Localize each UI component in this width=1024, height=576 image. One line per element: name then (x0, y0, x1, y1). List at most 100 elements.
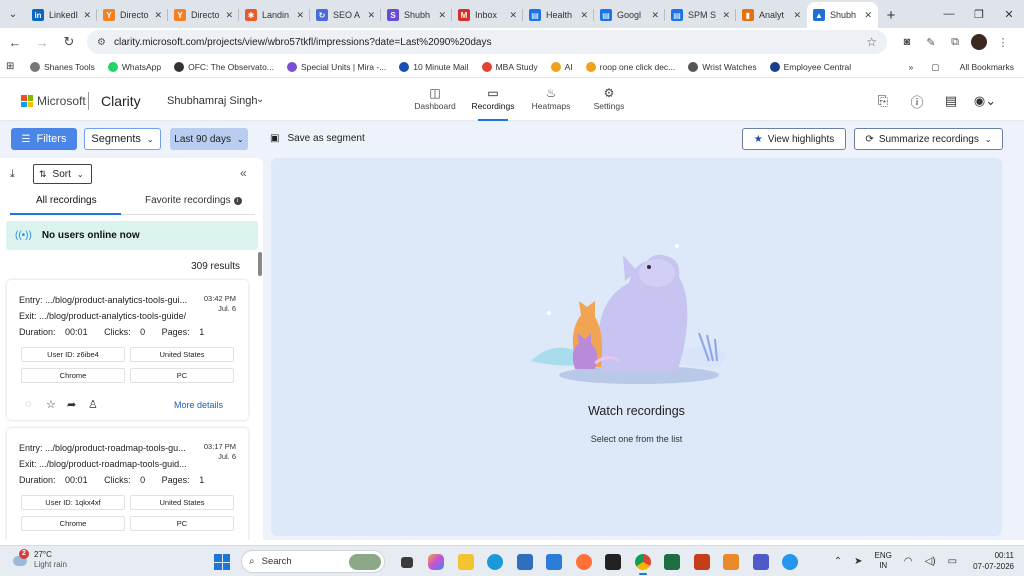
start-button[interactable] (214, 554, 230, 570)
forward-icon[interactable]: → (30, 30, 54, 54)
docker-icon[interactable] (776, 551, 806, 573)
nav-item-settings[interactable]: ⚙ Settings (580, 85, 638, 115)
browser-tab[interactable]: M Inbox ✕ (452, 2, 523, 28)
bookmark-item[interactable]: Employee Central (769, 61, 851, 72)
browser-tab[interactable]: in LinkedI ✕ (26, 2, 97, 28)
input-language[interactable]: ENG IN (875, 551, 892, 571)
date-range-dropdown[interactable]: Last 90 days ⌄ (170, 128, 248, 150)
filters-button[interactable]: ☰ Filters (11, 128, 77, 150)
bookmark-item[interactable]: Shanes Tools (30, 61, 95, 72)
powerpoint-icon[interactable] (687, 551, 717, 573)
save-as-segment-button[interactable]: ▣ Save as segment (270, 133, 365, 144)
close-tab-icon[interactable]: ✕ (864, 10, 872, 21)
browser-tab[interactable]: Y Directo ✕ (97, 2, 168, 28)
browser-tab[interactable]: ▤ Googl ✕ (594, 2, 665, 28)
location-icon[interactable]: ➤ (854, 556, 862, 567)
bookmark-item[interactable]: Special Units | Mira -... (286, 61, 386, 72)
back-icon[interactable]: ← (3, 30, 27, 54)
product-name[interactable]: Clarity (101, 93, 141, 109)
vscode-icon[interactable] (510, 551, 540, 573)
browser-tab[interactable]: ▤ Health ✕ (523, 2, 594, 28)
reload-icon[interactable]: ↻ (57, 30, 81, 54)
tab-all-recordings[interactable]: All recordings (36, 195, 97, 206)
recording-card[interactable]: Entry: .../blog/product-roadmap-tools-gu… (7, 428, 248, 540)
nav-item-dashboard[interactable]: ◫ Dashboard (406, 85, 464, 115)
bookmark-item[interactable]: WhatsApp (107, 61, 161, 72)
documentation-icon[interactable]: ▤ (934, 91, 968, 111)
copilot-icon[interactable] (422, 551, 452, 573)
recording-card[interactable]: Entry: .../blog/product-analytics-tools-… (7, 280, 248, 420)
edit-extension-icon[interactable]: ✎ (919, 30, 943, 54)
browser-tab[interactable]: ▤ SPM S ✕ (665, 2, 736, 28)
collapse-panel-icon[interactable]: « (240, 166, 247, 180)
restore-icon[interactable]: ❐ (964, 0, 994, 28)
nav-item-recordings[interactable]: ▭ Recordings (464, 85, 522, 121)
file-explorer-icon[interactable] (451, 551, 481, 573)
browser-tab[interactable]: S Shubh ✕ (381, 2, 452, 28)
url-text[interactable]: clarity.microsoft.com/projects/view/wbro… (114, 37, 866, 48)
clock[interactable]: 00:11 07-07-2026 (973, 550, 1014, 572)
info-icon[interactable]: i (233, 197, 242, 205)
share-icon[interactable]: ➦ (67, 398, 88, 411)
wifi-icon[interactable]: ◠ (904, 556, 913, 567)
tray-overflow-chevron-icon[interactable]: ⌃ (834, 556, 842, 567)
minimize-icon[interactable]: — (934, 0, 964, 28)
download-icon[interactable]: ⤓ (10, 168, 15, 181)
site-info-icon[interactable]: ⚙ (97, 37, 106, 48)
taskbar-search[interactable]: ⌕ Search (241, 550, 385, 573)
close-tab-icon[interactable]: ✕ (83, 10, 91, 21)
list-scrollbar[interactable] (258, 252, 262, 276)
task-view-icon[interactable] (392, 551, 422, 573)
battery-icon[interactable]: ▭ (948, 556, 957, 567)
url-omnibox[interactable]: ⚙ clarity.microsoft.com/projects/view/wb… (87, 30, 887, 54)
more-details-link[interactable]: More details (174, 400, 223, 410)
microsoft-brand[interactable]: Microsoft (37, 94, 86, 108)
project-chevron-down-icon[interactable]: ⌄ (256, 94, 264, 105)
screenshot-extension-icon[interactable]: ◙ (895, 30, 919, 54)
edge-browser-icon[interactable] (481, 551, 511, 573)
favorite-star-icon[interactable]: ☆ (46, 398, 67, 411)
close-tab-icon[interactable]: ✕ (793, 10, 801, 21)
segments-dropdown[interactable]: Segments ⌄ (84, 128, 161, 150)
chrome-icon[interactable] (628, 551, 658, 575)
sort-dropdown[interactable]: ⇅ Sort ⌄ (33, 164, 92, 184)
share-project-icon[interactable]: ⎘ (866, 91, 900, 111)
bookmark-item[interactable]: AI (550, 61, 573, 72)
profile-avatar[interactable] (971, 34, 987, 50)
close-tab-icon[interactable]: ✕ (296, 10, 304, 21)
browser-menu-icon[interactable]: ⋮ (991, 30, 1015, 54)
firefox-icon[interactable] (569, 551, 599, 573)
bookmark-item[interactable]: MBA Study (481, 61, 538, 72)
close-tab-icon[interactable]: ✕ (509, 10, 517, 21)
teams-icon[interactable] (746, 551, 776, 573)
extensions-puzzle-icon[interactable]: ⧉ (943, 30, 967, 54)
tab-favorite-recordings[interactable]: Favorite recordings i (145, 195, 242, 206)
summarize-recordings-button[interactable]: ⟳ Summarize recordings ⌄ (854, 128, 1003, 150)
apps-grid-icon[interactable]: ⊞ (6, 61, 20, 72)
volume-icon[interactable]: ◁) (925, 556, 936, 567)
help-icon[interactable]: ⓘ (900, 91, 934, 111)
new-tab-button[interactable]: + (878, 2, 904, 28)
bookmark-item[interactable]: roop one click dec... (585, 61, 675, 72)
user-icon[interactable]: ♙ (88, 398, 109, 411)
close-tab-icon[interactable]: ✕ (580, 10, 588, 21)
view-highlights-button[interactable]: ★ View highlights (742, 128, 846, 150)
close-tab-icon[interactable]: ✕ (722, 10, 730, 21)
bookmark-item[interactable]: 10 Minute Mail (399, 61, 469, 72)
browser-tab[interactable]: ▲ Shubh ✕ (807, 2, 878, 28)
tab-search-chevron-icon[interactable]: ⌄ (0, 0, 26, 28)
close-tab-icon[interactable]: ✕ (651, 10, 659, 21)
account-icon[interactable]: ◉⌄ (968, 91, 1002, 111)
close-tab-icon[interactable]: ✕ (225, 10, 233, 21)
bookmark-item[interactable]: OFC: The Observato... (174, 61, 274, 72)
close-tab-icon[interactable]: ✕ (367, 10, 375, 21)
nav-item-heatmaps[interactable]: ♨ Heatmaps (522, 85, 580, 115)
browser-tab[interactable]: ▮ Analyt ✕ (736, 2, 807, 28)
browser-tab[interactable]: ↻ SEO A ✕ (310, 2, 381, 28)
notes-app-icon[interactable] (717, 551, 747, 573)
close-tab-icon[interactable]: ✕ (438, 10, 446, 21)
store-icon[interactable] (540, 551, 570, 573)
close-tab-icon[interactable]: ✕ (154, 10, 162, 21)
weather-widget[interactable]: 2 27°C Light rain (11, 549, 67, 570)
browser-tab[interactable]: Y Directo ✕ (168, 2, 239, 28)
